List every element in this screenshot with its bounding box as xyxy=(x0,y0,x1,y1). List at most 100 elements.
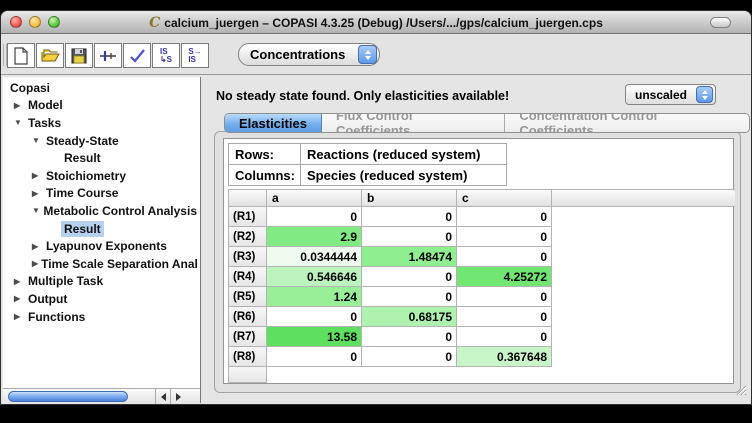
result-view: Rows: Reactions (reduced system) Columns… xyxy=(223,138,734,384)
checkmark-icon xyxy=(129,49,146,63)
sidebar-item-label: Steady-State xyxy=(43,133,122,149)
chevron-down-icon[interactable]: ▼ xyxy=(32,136,43,145)
matrix-value-cell: 0 xyxy=(362,227,457,247)
sidebar-item-tasks[interactable]: ▼Tasks xyxy=(3,114,200,132)
matrix-value-cell: 0 xyxy=(457,207,552,227)
scale-dropdown-value: unscaled xyxy=(626,88,696,102)
concentrations-dropdown-value: Concentrations xyxy=(239,47,358,62)
table-row: (R5)1.2400 xyxy=(229,287,735,307)
matrix-value-cell: 0.0344444 xyxy=(267,247,362,267)
sidebar-item-label: Time Scale Separation Anal xyxy=(38,256,200,272)
dropdown-stepper-icon[interactable] xyxy=(696,86,713,103)
matrix-value-cell: 0 xyxy=(362,347,457,367)
matrix-row-header: (R5) xyxy=(229,287,267,307)
chevron-down-icon[interactable]: ▼ xyxy=(14,118,25,127)
dropdown-stepper-icon[interactable] xyxy=(358,45,377,64)
scrollbar-thumb[interactable] xyxy=(8,391,128,402)
scroll-right-button[interactable] xyxy=(170,389,185,404)
open-folder-icon xyxy=(41,48,60,63)
chevron-right-icon[interactable]: ▶ xyxy=(14,312,25,321)
concentrations-dropdown[interactable]: Concentrations xyxy=(238,43,380,66)
sidebar-item-copasi[interactable]: Copasi xyxy=(3,79,200,97)
chevron-down-icon[interactable]: ▼ xyxy=(32,206,40,215)
chevron-right-icon[interactable]: ▶ xyxy=(14,294,25,303)
toolbar-toggle-button[interactable] xyxy=(710,17,731,28)
chevron-right-icon[interactable]: ▶ xyxy=(32,242,43,251)
chevron-right-icon[interactable]: ▶ xyxy=(14,101,25,110)
toolbar: IS ↳S S→ IS Concentrations xyxy=(1,34,751,75)
zoom-window-button[interactable] xyxy=(48,16,60,28)
save-file-button[interactable] xyxy=(65,43,93,68)
main-panel: No steady state found. Only elasticities… xyxy=(202,77,750,403)
table-row: (R2)2.900 xyxy=(229,227,735,247)
sidebar-item-metabolic-control-analysis[interactable]: ▼Metabolic Control Analysis xyxy=(3,202,200,220)
scale-dropdown[interactable]: unscaled xyxy=(625,84,716,105)
matrix-row-header: (R7) xyxy=(229,327,267,347)
tune-button[interactable] xyxy=(94,43,122,68)
close-window-button[interactable] xyxy=(10,16,22,28)
open-file-button[interactable] xyxy=(36,43,64,68)
matrix-row-header: (R8) xyxy=(229,347,267,367)
chevron-right-icon[interactable]: ▶ xyxy=(14,277,25,286)
tab-elasticities[interactable]: Elasticities xyxy=(225,114,322,132)
sidebar-tree: Copasi▶Model▼Tasks▼Steady-StateResult▶St… xyxy=(3,79,200,325)
sidebar-item-result[interactable]: Result xyxy=(3,149,200,167)
sidebar-item-label: Metabolic Control Analysis xyxy=(40,203,200,219)
table-row: (R6)00.681750 xyxy=(229,307,735,327)
sidebar-item-result[interactable]: Result xyxy=(3,220,200,238)
matrix-row-header: (R2) xyxy=(229,227,267,247)
matrix-value-cell: 0.546646 xyxy=(267,267,362,287)
sidebar-item-label: Result xyxy=(61,150,104,166)
sidebar-item-stoichiometry[interactable]: ▶Stoichiometry xyxy=(3,167,200,185)
title-bar[interactable]: C calcium_juergen – COPASI 4.3.25 (Debug… xyxy=(1,11,751,34)
table-row: (R3)0.03444441.484740 xyxy=(229,247,735,267)
rows-value: Reactions (reduced system) xyxy=(301,144,507,165)
sidebar-item-lyapunov-exponents[interactable]: ▶Lyapunov Exponents xyxy=(3,237,200,255)
table-row: (R7)13.5800 xyxy=(229,327,735,347)
window-title: calcium_juergen – COPASI 4.3.25 (Debug) … xyxy=(164,16,603,30)
sidebar-item-label: Multiple Task xyxy=(25,273,106,289)
is-to-s-icon: IS ↳S xyxy=(160,48,172,64)
tab-flux-control-coefficients: Flux Control Coefficients xyxy=(322,114,505,132)
sidebar-item-steady-state[interactable]: ▼Steady-State xyxy=(3,132,200,150)
matrix-value-cell: 0.367648 xyxy=(457,347,552,367)
minimize-window-button[interactable] xyxy=(29,16,41,28)
sidebar-item-label: Stoichiometry xyxy=(43,168,129,184)
scroll-left-button[interactable] xyxy=(155,389,170,404)
matrix-row-header: (R6) xyxy=(229,307,267,327)
copasi-logo-icon: C xyxy=(149,16,160,30)
apply-button[interactable] xyxy=(123,43,151,68)
matrix-value-cell: 1.48474 xyxy=(362,247,457,267)
s-to-is-button[interactable]: S→ IS xyxy=(181,43,209,68)
matrix-value-cell: 0 xyxy=(267,207,362,227)
sidebar-item-functions[interactable]: ▶Functions xyxy=(3,308,200,326)
sidebar-item-output[interactable]: ▶Output xyxy=(3,290,200,308)
is-to-s-button[interactable]: IS ↳S xyxy=(152,43,180,68)
matrix-value-cell: 0 xyxy=(362,287,457,307)
matrix-value-cell: 0 xyxy=(457,247,552,267)
chevron-right-icon[interactable]: ▶ xyxy=(32,189,43,198)
new-file-button[interactable] xyxy=(7,43,35,68)
sidebar-item-label: Tasks xyxy=(25,115,64,131)
sidebar-horizontal-scrollbar[interactable] xyxy=(3,388,200,403)
sidebar-item-label: Result xyxy=(61,221,104,237)
sidebar-item-time-scale-separation-anal[interactable]: ▶Time Scale Separation Anal xyxy=(3,255,200,273)
matrix-value-cell: 0 xyxy=(457,307,552,327)
new-document-icon xyxy=(13,47,29,65)
matrix-row-header: (R3) xyxy=(229,247,267,267)
sidebar-item-label: Lyapunov Exponents xyxy=(43,238,170,254)
sidebar-item-time-course[interactable]: ▶Time Course xyxy=(3,185,200,203)
copasi-window: C calcium_juergen – COPASI 4.3.25 (Debug… xyxy=(0,10,752,405)
s-to-is-icon: S→ IS xyxy=(188,48,201,64)
sidebar-item-multiple-task[interactable]: ▶Multiple Task xyxy=(3,273,200,291)
chevron-right-icon[interactable]: ▶ xyxy=(32,171,43,180)
matrix-value-cell: 1.24 xyxy=(267,287,362,307)
arrow-right-icon xyxy=(176,393,181,401)
matrix-value-cell: 0 xyxy=(457,287,552,307)
resize-grip[interactable] xyxy=(734,383,747,401)
sidebar-item-model[interactable]: ▶Model xyxy=(3,97,200,115)
matrix-row-header-blank xyxy=(229,367,267,383)
rows-label: Rows: xyxy=(229,144,301,165)
matrix-row-header: (R4) xyxy=(229,267,267,287)
status-message: No steady state found. Only elasticities… xyxy=(216,89,509,103)
